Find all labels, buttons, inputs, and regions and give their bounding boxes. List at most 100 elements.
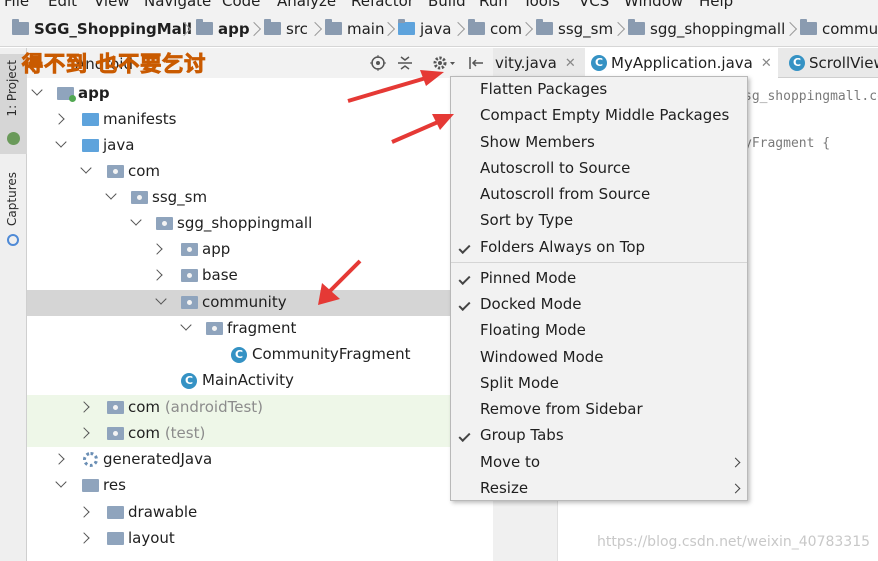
tree-item-layout[interactable]: layout [27, 526, 493, 552]
tab-captures[interactable]: Captures [0, 168, 27, 258]
tree-item-base[interactable]: base [27, 263, 493, 289]
chevron-right-icon[interactable] [151, 243, 163, 255]
chevron-down-icon[interactable] [31, 84, 43, 96]
menu-navigate[interactable]: Navigate [144, 0, 211, 10]
red-arrow-annotation-1 [347, 70, 444, 103]
chevron-right-icon[interactable] [53, 113, 65, 125]
menu-item-move-to[interactable]: Move to [451, 450, 747, 476]
menu-vcs[interactable]: VCS [579, 0, 609, 10]
tree-item-sgg-shoppingmall[interactable]: sgg_shoppingmall [27, 211, 493, 237]
menu-item-compact-empty-middle-packages[interactable]: Compact Empty Middle Packages [451, 103, 747, 129]
chevron-down-icon[interactable] [180, 319, 192, 331]
chevron-down-icon[interactable] [130, 214, 142, 226]
chevron-right-icon [386, 21, 394, 37]
hide-panel-icon[interactable] [466, 53, 486, 73]
red-arrow-annotation-2 [391, 114, 454, 144]
tree-item-community[interactable]: community [27, 290, 493, 316]
chevron-right-icon[interactable] [53, 453, 65, 465]
menu-item-resize[interactable]: Resize [451, 476, 747, 502]
chevron-right-icon[interactable] [78, 532, 90, 544]
tree-item-drawable[interactable]: drawable [27, 500, 493, 526]
editor-tab-myapplication[interactable]: C MyApplication.java ✕ [585, 48, 778, 78]
overlay-caption: 得不到 也不要乞讨 [21, 52, 207, 77]
chevron-right-icon[interactable] [78, 506, 90, 518]
breadcrumb-community[interactable]: commu [800, 10, 878, 47]
breadcrumb-main[interactable]: main [325, 10, 384, 47]
menu-item-docked-mode[interactable]: Docked Mode [451, 292, 747, 318]
menu-file[interactable]: File [4, 0, 29, 10]
folder-icon [82, 139, 99, 152]
watermark-url: https://blog.csdn.net/weixin_40783315 [597, 534, 871, 550]
chevron-right-icon [456, 21, 464, 37]
tree-item-com[interactable]: com [27, 159, 493, 185]
menu-build[interactable]: Build [428, 0, 466, 10]
chevron-right-icon[interactable] [151, 269, 163, 281]
breadcrumb-com[interactable]: com [468, 10, 522, 47]
chevron-right-icon [788, 21, 796, 37]
close-icon[interactable]: ✕ [761, 56, 772, 71]
tree-item-app-pkg[interactable]: app [27, 237, 493, 263]
resource-folder-icon [82, 479, 99, 492]
tree-item-ssg-sm[interactable]: ssg_sm [27, 185, 493, 211]
menu-analyze[interactable]: Analyze [277, 0, 336, 10]
chevron-right-icon[interactable] [78, 427, 90, 439]
menu-view[interactable]: View [94, 0, 130, 10]
menu-item-flatten-packages[interactable]: Flatten Packages [451, 77, 747, 103]
menu-item-remove-from-sidebar[interactable]: Remove from Sidebar [451, 397, 747, 423]
breadcrumb-app[interactable]: app [196, 10, 250, 47]
menu-window[interactable]: Window [624, 0, 683, 10]
breadcrumb-ssg-sm[interactable]: ssg_sm [536, 10, 613, 47]
tree-item-com-androidtest[interactable]: com (androidTest) [27, 395, 493, 421]
editor-tab-activity[interactable]: vity.java ✕ [489, 48, 582, 78]
menu-item-sort-by-type[interactable]: Sort by Type [451, 208, 747, 234]
folder-icon [107, 532, 124, 545]
chevron-down-icon[interactable] [55, 136, 67, 148]
tree-item-mainactivity[interactable]: C MainActivity [27, 368, 493, 394]
chevron-down-icon[interactable] [55, 476, 67, 488]
breadcrumb: SGG_ShoppingMall app src main java com s… [0, 10, 878, 47]
red-arrow-annotation-3 [318, 259, 362, 305]
breadcrumb-src[interactable]: src [264, 10, 308, 47]
menu-item-split-mode[interactable]: Split Mode [451, 371, 747, 397]
menu-code[interactable]: Code [222, 0, 260, 10]
menu-item-floating-mode[interactable]: Floating Mode [451, 318, 747, 344]
package-icon [156, 217, 173, 230]
tree-item-res[interactable]: res [27, 473, 493, 499]
chevron-down-icon[interactable] [105, 188, 117, 200]
tree-item-fragment[interactable]: fragment [27, 316, 493, 342]
menu-item-autoscroll-from-source[interactable]: Autoscroll from Source [451, 182, 747, 208]
chevron-right-icon[interactable] [78, 401, 90, 413]
close-icon[interactable]: ✕ [565, 56, 576, 71]
menu-refactor[interactable]: Refactor [351, 0, 414, 10]
editor-tab-bar: vity.java ✕ C MyApplication.java ✕ C ScrollV… [493, 48, 878, 78]
chevron-down-icon[interactable] [155, 293, 167, 305]
tree-item-communityfragment[interactable]: C CommunityFragment [27, 342, 493, 368]
menu-item-pinned-mode[interactable]: Pinned Mode [451, 266, 747, 292]
class-icon: C [591, 55, 607, 71]
folder-icon [325, 19, 342, 35]
menu-item-autoscroll-to-source[interactable]: Autoscroll to Source [451, 156, 747, 182]
chevron-right-icon [524, 21, 532, 37]
menu-run[interactable]: Run [479, 0, 508, 10]
chevron-down-icon[interactable] [80, 162, 92, 174]
folder-icon [800, 19, 817, 35]
menu-help[interactable]: Help [699, 0, 733, 10]
tree-item-com-test[interactable]: com (test) [27, 421, 493, 447]
package-icon [181, 243, 198, 256]
menu-item-group-tabs[interactable]: Group Tabs [451, 423, 747, 449]
breadcrumb-sgg-shoppingmall[interactable]: sgg_shoppingmall [628, 10, 785, 47]
package-icon [181, 296, 198, 309]
menu-tools[interactable]: Tools [523, 0, 560, 10]
menu-item-folders-always-on-top[interactable]: Folders Always on Top [451, 235, 747, 261]
folder-icon [12, 19, 29, 35]
menu-item-show-members[interactable]: Show Members [451, 130, 747, 156]
folder-icon [536, 19, 553, 35]
checkmark-icon [458, 272, 471, 286]
menu-edit[interactable]: Edit [48, 0, 77, 10]
tree-item-generatedjava[interactable]: generatedJava [27, 447, 493, 473]
breadcrumb-java[interactable]: java [398, 10, 451, 47]
editor-tab-scrollview[interactable]: CScrollView [783, 48, 878, 78]
menu-item-windowed-mode[interactable]: Windowed Mode [451, 345, 747, 371]
menu-separator [451, 262, 747, 263]
breadcrumb-project[interactable]: SGG_ShoppingMall [12, 10, 192, 47]
